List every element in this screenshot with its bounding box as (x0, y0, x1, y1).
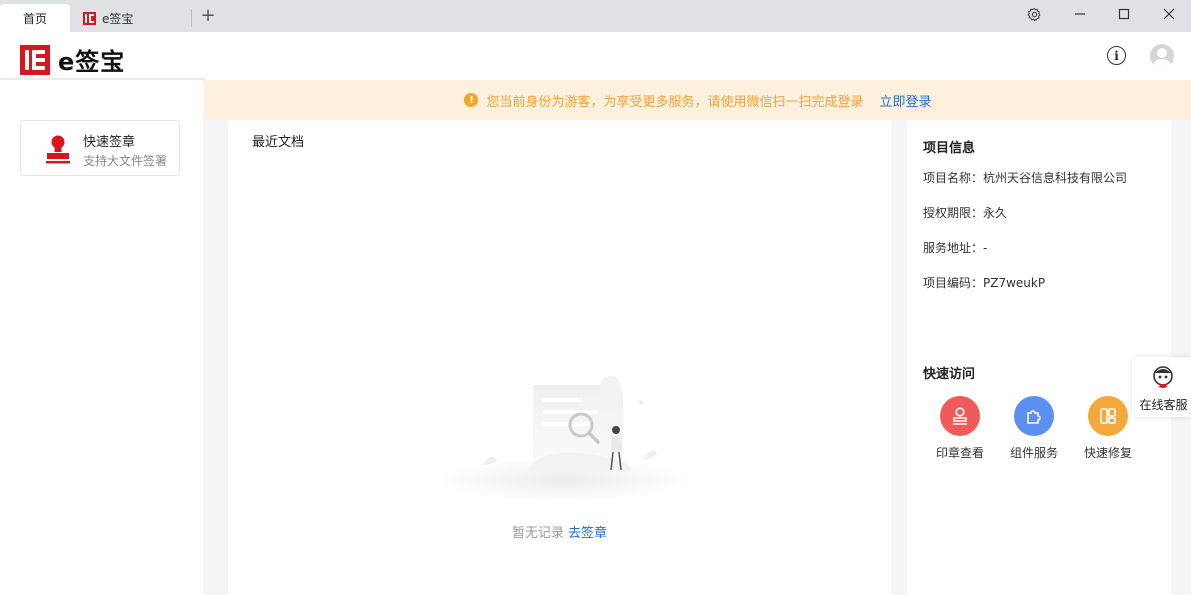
project-info-panel: 项目信息 项目名称：杭州天谷信息科技有限公司 授权期限：永久 服务地址：- 项目… (907, 120, 1171, 595)
tab-label: 首页 (22, 11, 47, 26)
empty-state-message: 暂无记录 (511, 526, 564, 541)
settings-button[interactable] (1012, 0, 1056, 28)
empty-state-illustration (433, 376, 693, 502)
customer-service-icon (1153, 366, 1173, 388)
quick-access-components[interactable]: 组件服务 (1004, 396, 1064, 461)
tab-home[interactable]: 首页 (0, 4, 70, 32)
avatar[interactable] (1150, 44, 1174, 68)
quick-access-heading: 快速访问 (923, 367, 976, 382)
brand-name: e签宝 (58, 48, 126, 76)
service-address: 服务地址：- (923, 241, 988, 255)
quick-access-label: 快速修复 (1083, 446, 1132, 460)
close-icon (1163, 8, 1175, 20)
maximize-button[interactable] (1102, 0, 1146, 28)
empty-state-text: 暂无记录 去签章 (228, 522, 891, 541)
info-icon[interactable]: i (1107, 46, 1126, 65)
tab-esign[interactable]: e签宝 (70, 9, 192, 27)
layout-icon (1088, 396, 1128, 436)
warning-icon: ! (464, 93, 479, 107)
sidebar: 快速签章 支持大文件签署 (0, 80, 203, 595)
project-info-heading: 项目信息 (923, 141, 976, 156)
online-service-label: 在线客服 (1139, 398, 1188, 412)
go-sign-link[interactable]: 去签章 (568, 526, 607, 541)
minimize-icon (1075, 13, 1085, 15)
puzzle-icon (1014, 396, 1054, 436)
maximize-icon (1118, 8, 1130, 20)
recent-documents-panel: 最近文档 暂无记录 去签章 (228, 120, 891, 595)
esign-logo-icon (83, 11, 96, 25)
quick-sign-subtitle: 支持大文件签署 (83, 154, 168, 168)
tab-label: e签宝 (102, 11, 134, 26)
stamp-icon (46, 135, 70, 164)
brand-logo[interactable]: e签宝 (20, 42, 125, 77)
quick-access-quick-repair[interactable]: 快速修复 (1078, 396, 1138, 461)
quick-access-label: 组件服务 (1009, 446, 1058, 460)
license-period: 授权期限：永久 (923, 206, 1008, 220)
notice-message: 您当前身份为游客，为享受更多服务，请使用微信扫一扫完成登录 (486, 94, 864, 110)
close-button[interactable] (1147, 0, 1191, 28)
quick-access-label: 印章查看 (935, 446, 984, 460)
recent-documents-title: 最近文档 (252, 135, 305, 150)
guest-notice-banner: ! 您当前身份为游客，为享受更多服务，请使用微信扫一扫完成登录 立即登录 (205, 80, 1191, 120)
brand-logo-icon (20, 44, 50, 75)
quick-sign-title: 快速签章 (83, 135, 136, 150)
online-service-button[interactable]: 在线客服 (1132, 357, 1191, 417)
stamp-icon (940, 396, 980, 436)
quick-access-seal-view[interactable]: 印章查看 (930, 396, 990, 461)
project-code: 项目编码：PZ7weukP (923, 276, 1046, 290)
login-link[interactable]: 立即登录 (880, 91, 932, 110)
project-name: 项目名称：杭州天谷信息科技有限公司 (923, 171, 1128, 185)
quick-sign-card[interactable]: 快速签章 支持大文件签署 (20, 120, 180, 176)
minimize-button[interactable] (1058, 0, 1102, 28)
new-tab-button[interactable]: + (198, 5, 218, 27)
tab-bar: 首页 e签宝 + (0, 0, 1191, 32)
gear-icon (1026, 7, 1041, 22)
app-header: e签宝 (0, 32, 1191, 80)
